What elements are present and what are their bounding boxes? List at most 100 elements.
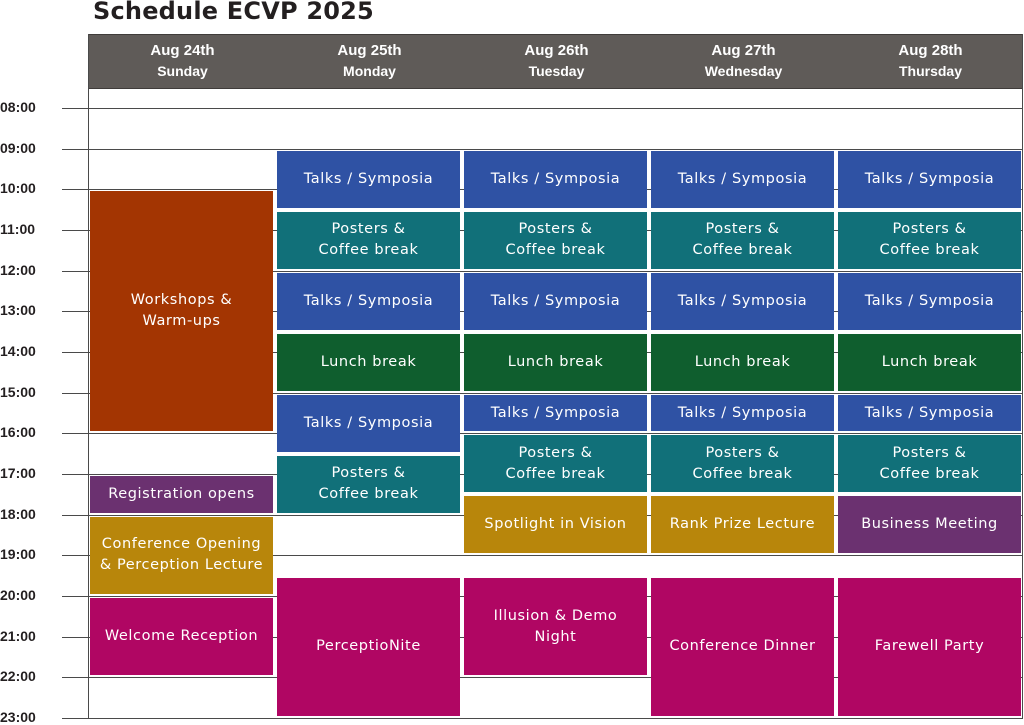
event-label: Posters & Coffee break — [879, 221, 980, 259]
time-label: 13:00 — [0, 302, 36, 318]
event-label: Talks / Symposia — [303, 170, 434, 187]
event-label: Business Meeting — [861, 516, 998, 533]
time-label: 15:00 — [0, 384, 36, 400]
posters-block[interactable]: Posters & Coffee break — [651, 435, 834, 493]
time-label: 17:00 — [0, 465, 36, 481]
hour-gridline — [62, 433, 1023, 434]
event-label: Welcome Reception — [104, 628, 259, 645]
lunch-block[interactable]: Lunch break — [651, 333, 834, 391]
talks-block[interactable]: Talks / Symposia — [277, 394, 460, 452]
time-label: 20:00 — [0, 587, 36, 603]
posters-block[interactable]: Posters & Coffee break — [277, 211, 460, 269]
event-label: Talks / Symposia — [490, 170, 621, 187]
talks-block[interactable]: Talks / Symposia — [651, 150, 834, 208]
event-label: Posters & Coffee break — [505, 444, 606, 482]
day-date: Aug 28th — [898, 42, 963, 59]
time-label: 09:00 — [0, 140, 36, 156]
day-header-3: Aug 26th Tuesday — [463, 35, 650, 90]
day-date: Aug 27th — [711, 42, 776, 59]
registration-block[interactable]: Registration opens — [90, 476, 273, 513]
schedule-grid: Aug 24th Sunday Aug 25th Monday Aug 26th Tues… — [0, 0, 1024, 725]
event-label: Registration opens — [108, 485, 255, 502]
posters-block[interactable]: Posters & Coffee break — [651, 211, 834, 269]
day-header-bar: Aug 24th Sunday Aug 25th Monday Aug 26th Tues… — [88, 34, 1023, 89]
event-label: Talks / Symposia — [864, 170, 995, 187]
event-label: Lunch break — [507, 353, 604, 370]
event-label: Posters & Coffee break — [318, 465, 419, 503]
event-label: Farewell Party — [874, 638, 985, 655]
time-label: 10:00 — [0, 180, 36, 196]
posters-block[interactable]: Posters & Coffee break — [464, 211, 647, 269]
event-label: Talks / Symposia — [864, 404, 995, 421]
workshops-block[interactable]: Workshops & Warm-ups — [90, 191, 273, 432]
day-header-5: Aug 28th Thursday — [837, 35, 1024, 90]
social-event-block[interactable]: Conference Dinner — [651, 577, 834, 717]
event-label: Conference Opening & Perception Lecture — [99, 536, 264, 574]
day-weekday: Tuesday — [528, 63, 585, 79]
social-event-block[interactable]: Illusion & Demo Night — [464, 577, 647, 676]
posters-block[interactable]: Posters & Coffee break — [277, 455, 460, 513]
event-label: Conference Dinner — [669, 638, 816, 655]
time-label: 11:00 — [0, 221, 36, 237]
day-weekday: Sunday — [157, 63, 208, 79]
day-date: Aug 25th — [337, 42, 402, 59]
lunch-block[interactable]: Lunch break — [464, 333, 647, 391]
event-label: Illusion & Demo Night — [493, 607, 618, 645]
event-label: Talks / Symposia — [490, 292, 621, 309]
hour-gridline — [62, 108, 1023, 109]
event-label: Talks / Symposia — [490, 404, 621, 421]
lunch-block[interactable]: Lunch break — [838, 333, 1021, 391]
talks-block[interactable]: Talks / Symposia — [838, 394, 1021, 432]
talks-block[interactable]: Talks / Symposia — [277, 150, 460, 208]
business-meeting-block[interactable]: Business Meeting — [838, 496, 1021, 554]
talks-block[interactable]: Talks / Symposia — [464, 394, 647, 432]
social-event-block[interactable]: Welcome Reception — [90, 598, 273, 676]
event-label: Posters & Coffee break — [505, 221, 606, 259]
posters-block[interactable]: Posters & Coffee break — [838, 211, 1021, 269]
day-date: Aug 26th — [524, 42, 589, 59]
event-label: PerceptioNite — [316, 638, 421, 655]
time-label: 12:00 — [0, 262, 36, 278]
time-label: 19:00 — [0, 546, 36, 562]
day-header-4: Aug 27th Wednesday — [650, 35, 837, 90]
hour-gridline — [62, 718, 1023, 719]
lunch-block[interactable]: Lunch break — [277, 333, 460, 391]
event-label: Workshops & Warm-ups — [130, 292, 233, 330]
day-weekday: Wednesday — [704, 63, 783, 79]
day-weekday: Monday — [343, 63, 396, 79]
day-weekday: Thursday — [898, 63, 962, 79]
event-label: Talks / Symposia — [303, 414, 434, 431]
time-label: 21:00 — [0, 628, 36, 644]
lecture-block[interactable]: Rank Prize Lecture — [651, 496, 834, 554]
event-label: Lunch break — [881, 353, 978, 370]
table-border — [1022, 34, 1023, 718]
talks-block[interactable]: Talks / Symposia — [838, 150, 1021, 208]
talks-block[interactable]: Talks / Symposia — [277, 272, 460, 330]
time-label: 22:00 — [0, 668, 36, 684]
event-label: Posters & Coffee break — [692, 444, 793, 482]
event-label: Talks / Symposia — [677, 404, 808, 421]
event-label: Lunch break — [694, 353, 791, 370]
lecture-block[interactable]: Spotlight in Vision — [464, 496, 647, 554]
time-label: 14:00 — [0, 343, 36, 359]
day-header-2: Aug 25th Monday — [276, 35, 463, 90]
time-label: 18:00 — [0, 506, 36, 522]
posters-block[interactable]: Posters & Coffee break — [838, 435, 1021, 493]
event-label: Rank Prize Lecture — [669, 516, 816, 533]
talks-block[interactable]: Talks / Symposia — [464, 150, 647, 208]
social-event-block[interactable]: PerceptioNite — [277, 577, 460, 717]
event-label: Spotlight in Vision — [484, 516, 627, 533]
time-label: 08:00 — [0, 99, 36, 115]
event-label: Talks / Symposia — [864, 292, 995, 309]
table-border — [88, 34, 89, 718]
lecture-block[interactable]: Conference Opening & Perception Lecture — [90, 516, 273, 595]
social-event-block[interactable]: Farewell Party — [838, 577, 1021, 717]
event-label: Posters & Coffee break — [318, 221, 419, 259]
posters-block[interactable]: Posters & Coffee break — [464, 435, 647, 493]
talks-block[interactable]: Talks / Symposia — [838, 272, 1021, 330]
talks-block[interactable]: Talks / Symposia — [651, 272, 834, 330]
talks-block[interactable]: Talks / Symposia — [651, 394, 834, 432]
event-label: Posters & Coffee break — [692, 221, 793, 259]
talks-block[interactable]: Talks / Symposia — [464, 272, 647, 330]
time-label: 16:00 — [0, 424, 36, 440]
